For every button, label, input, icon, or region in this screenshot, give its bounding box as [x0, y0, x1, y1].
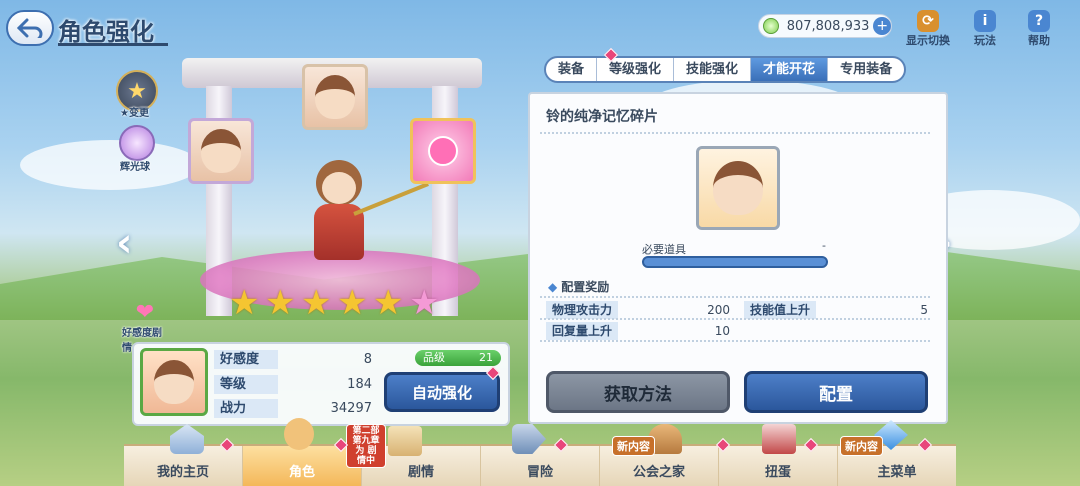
stat-value: 8 [363, 352, 372, 367]
home-icon [170, 424, 204, 454]
reward-row: 回复量上升 10 [546, 322, 730, 340]
how-to-play-label: 玩法 [974, 34, 996, 47]
gacha-icon [762, 424, 796, 454]
heart-icon: ❤ [135, 300, 155, 325]
grade-label: 品级 [423, 351, 445, 364]
star-pink-icon: ★ [409, 283, 440, 323]
currency-amount: 807,808,933 [786, 18, 870, 34]
stat-label: 等级 [214, 375, 278, 394]
new-content-tag: 新内容 [840, 436, 883, 456]
character-sprite [300, 160, 429, 270]
reward-name: 技能值上升 [744, 301, 817, 319]
star-icon: ★ [373, 283, 404, 323]
character-portrait[interactable] [140, 348, 208, 416]
equip-button[interactable]: 配置 [744, 371, 928, 413]
star-icon: ★ [301, 283, 332, 323]
nav-label: 主菜单 [877, 465, 917, 480]
reward-header-label: 配置奖励 [561, 280, 610, 294]
nav-label: 剧情 [407, 465, 434, 480]
acquire-method-button[interactable]: 获取方法 [546, 371, 730, 413]
currency-display: 807,808,933 + [758, 14, 892, 38]
add-currency-button[interactable]: + [873, 17, 891, 35]
reward-row: 物理攻击力 200 [546, 301, 730, 319]
star-rank: ★ ★ ★ ★ ★ ★ [229, 286, 443, 320]
title-underline [58, 43, 168, 46]
nav-label: 扭蛋 [764, 465, 791, 480]
cloud-decoration [20, 140, 200, 190]
tab-level-up[interactable]: 等级强化 [597, 58, 675, 81]
reward-value: 200 [707, 303, 730, 317]
nav-label: 冒险 [526, 465, 553, 480]
memory-piece-item[interactable] [696, 146, 780, 230]
display-toggle-button[interactable]: ⟳ 显示切换 [906, 10, 950, 48]
jewel-icon [763, 18, 779, 34]
reward-value: 5 [920, 303, 928, 317]
bottom-navigation: 我的主页 角色 剧情 冒险 公会之家 扭蛋 主菜单 [124, 444, 956, 486]
grade-value: 21 [479, 351, 493, 364]
help-button[interactable]: ? 帮助 [1028, 10, 1050, 48]
grade-badge: 品级 21 [415, 350, 501, 366]
help-label: 帮助 [1028, 34, 1050, 47]
bloom-orb-icon [428, 136, 458, 166]
nav-label: 公会之家 [632, 465, 685, 480]
page-title: 角色强化 [58, 18, 154, 46]
reward-row: 技能值上升 5 [744, 301, 928, 319]
stat-row-affinity: 好感度 8 [214, 350, 372, 369]
stat-row-level: 等级 184 [214, 375, 372, 394]
tab-unique-equipment[interactable]: 专用装备 [828, 58, 904, 81]
nav-label: 我的主页 [156, 465, 209, 480]
divider [540, 340, 930, 342]
memory-piece-slot-top[interactable] [302, 64, 368, 130]
tab-equipment[interactable]: 装备 [546, 58, 598, 81]
back-button[interactable] [6, 10, 54, 46]
enhance-tabs: 装备 等级强化 技能强化 才能开花 专用装备 [544, 56, 907, 83]
stat-label: 战力 [214, 399, 278, 418]
star-icon: ★ [229, 283, 260, 323]
glow-orb-label: 辉光球 [120, 162, 150, 173]
tab-talent-bloom[interactable]: 才能开花 [751, 58, 829, 81]
required-item-value: - [822, 239, 826, 252]
back-arrow-icon [17, 18, 43, 38]
tab-skill-up[interactable]: 技能强化 [674, 58, 752, 81]
star-icon: ★ [337, 283, 368, 323]
memory-piece-slot-left[interactable] [188, 118, 254, 184]
how-to-play-button[interactable]: i 玩法 [974, 10, 996, 48]
stat-row-power: 战力 34297 [214, 399, 372, 418]
diamond-icon: ◆ [548, 280, 558, 294]
story-scroll-icon [388, 426, 422, 456]
reward-name: 物理攻击力 [546, 301, 619, 319]
required-item-label: 必要道具 [642, 243, 686, 256]
reward-value: 10 [714, 324, 730, 338]
info-icon: i [974, 10, 996, 32]
nav-label: 角色 [288, 465, 315, 480]
divider [540, 296, 930, 298]
reward-name: 回复量上升 [546, 322, 619, 340]
nav-adventure[interactable]: 冒险 [481, 446, 600, 486]
nav-character[interactable]: 角色 [243, 446, 362, 486]
affinity-story-button[interactable]: ❤ 好感度剧情 [122, 300, 168, 355]
divider [540, 132, 930, 134]
display-toggle-icon: ⟳ [917, 10, 939, 32]
character-icon [284, 418, 314, 450]
memory-piece-slot-right[interactable] [410, 118, 476, 184]
display-toggle-label: 显示切换 [906, 34, 950, 47]
glow-orb-button[interactable] [119, 125, 155, 161]
help-icon: ? [1028, 10, 1050, 32]
prev-character-arrow[interactable]: ‹ [116, 220, 132, 266]
stat-value: 184 [347, 377, 372, 392]
panel-title: 铃的纯净记忆碎片 [546, 109, 658, 125]
star-icon: ★ [127, 78, 147, 104]
required-item-bar [642, 256, 828, 268]
divider [540, 318, 930, 320]
new-content-tag: 新内容 [612, 436, 655, 456]
reward-header: ◆ 配置奖励 [548, 278, 609, 295]
star-icon: ★ [265, 283, 296, 323]
stat-label: 好感度 [214, 350, 278, 369]
star-change-label: ★变更 [120, 108, 149, 119]
story-event-tag: 第二部 第九章为 剧情中 [346, 424, 386, 468]
auto-enhance-button[interactable]: 自动强化 [384, 372, 500, 412]
stat-value: 34297 [330, 401, 372, 416]
